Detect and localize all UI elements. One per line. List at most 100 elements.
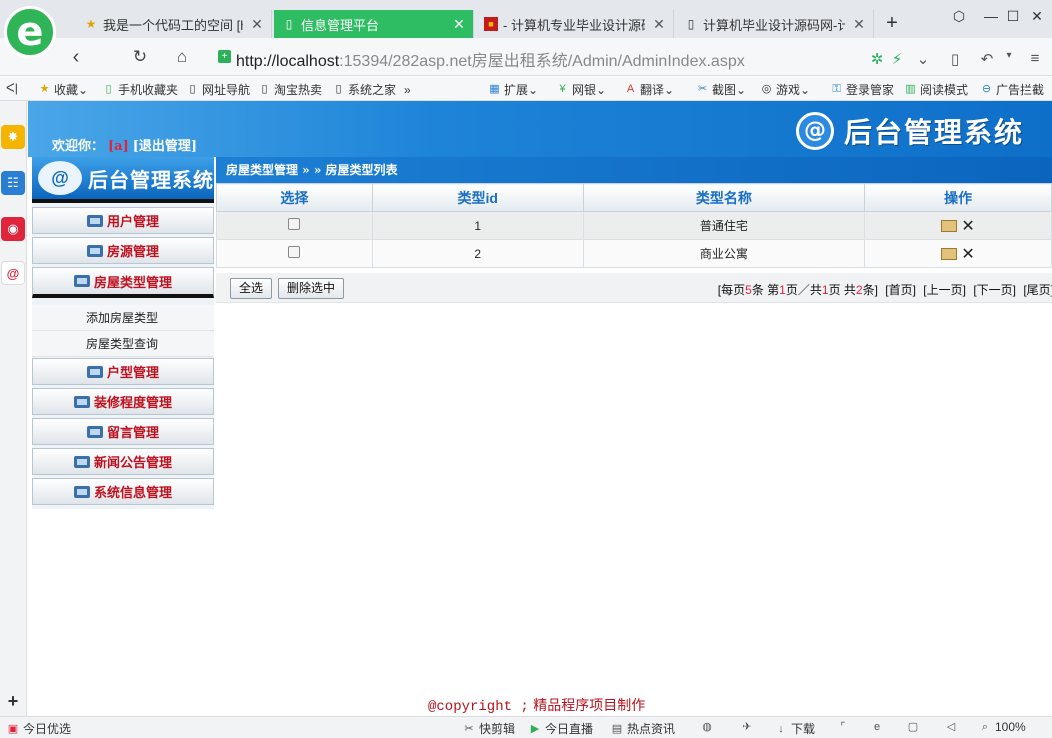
- zoom-icon: ⌕: [981, 721, 989, 733]
- star-badge-icon[interactable]: ✸: [1, 125, 25, 149]
- close-icon[interactable]: ✕: [651, 16, 667, 33]
- menu-news[interactable]: 新闻公告管理: [32, 448, 214, 475]
- status-news[interactable]: ▤ 热点资讯: [610, 720, 675, 737]
- browser-logo[interactable]: e: [4, 6, 56, 58]
- chevron-down-icon[interactable]: ⌄: [912, 50, 934, 68]
- bookmark-favorites[interactable]: ★ 收藏 ⌄: [38, 81, 89, 98]
- table-row: 2 商业公寓 ✕: [216, 239, 1052, 268]
- menu-label: 用户管理: [106, 215, 159, 230]
- add-icon[interactable]: +: [1, 689, 25, 713]
- status-download[interactable]: ↓ 下载: [774, 720, 815, 737]
- row-checkbox[interactable]: [288, 246, 301, 258]
- bookmark-adblock[interactable]: ⊖ 广告拦截: [980, 81, 1044, 98]
- status-browser-icon[interactable]: ◍: [700, 720, 717, 734]
- tab-2[interactable]: ▯ 信息管理平台 ✕: [274, 10, 474, 38]
- new-tab-button[interactable]: +: [880, 12, 904, 35]
- undo-icon[interactable]: ↶: [976, 50, 998, 68]
- reload-icon[interactable]: ↻: [128, 46, 152, 68]
- status-live[interactable]: ▶ 今日直播: [528, 720, 593, 737]
- house-type-table: 选择 类型id 类型名称 操作 1 普通住宅 ✕ 2 商业公寓 ✕: [216, 183, 1052, 268]
- bookmark-bank[interactable]: ¥ 网银 ⌄: [556, 81, 606, 98]
- close-icon[interactable]: ✕: [851, 16, 867, 33]
- edit-icon[interactable]: [941, 247, 958, 260]
- phone-icon[interactable]: ▯: [944, 50, 966, 68]
- row-checkbox[interactable]: [288, 218, 301, 230]
- back-icon[interactable]: ‹: [64, 46, 88, 68]
- delete-selected-button[interactable]: 删除选中: [278, 278, 345, 299]
- weibo-icon[interactable]: ◉: [1, 217, 25, 241]
- list-icon[interactable]: ☷: [1, 171, 25, 195]
- menu-decoration[interactable]: 装修程度管理: [32, 388, 214, 415]
- bookmark-reader[interactable]: ▥ 阅读模式: [904, 81, 968, 98]
- play-icon: ▶: [530, 722, 540, 735]
- menu-label: 装修程度管理: [93, 396, 172, 411]
- menu-house-type[interactable]: 房屋类型管理: [32, 267, 214, 298]
- close-icon[interactable]: ✕: [451, 16, 467, 33]
- delete-icon[interactable]: ✕: [961, 216, 974, 236]
- pager-prev[interactable]: [上一页]: [923, 283, 966, 297]
- menu-house[interactable]: 房源管理: [32, 237, 214, 264]
- submenu-query-house-type[interactable]: 房屋类型查询: [32, 331, 214, 357]
- bookmark-mobile[interactable]: ▯ 手机收藏夹: [102, 81, 178, 98]
- bookmark-extensions[interactable]: ▦ 扩展 ⌄: [488, 81, 538, 98]
- tab-title: 我是一个代码工的空间 [ht: [103, 17, 243, 33]
- home-icon[interactable]: ⌂: [170, 46, 194, 68]
- status-pin-icon[interactable]: ✈: [740, 720, 757, 734]
- bookmark-nav[interactable]: ▯ 网址导航: [186, 81, 250, 98]
- edit-icon[interactable]: [941, 219, 958, 232]
- menu-messages[interactable]: 留言管理: [32, 418, 214, 445]
- pager-total-pages: 1: [821, 283, 829, 297]
- bookmark-taobao[interactable]: ▯ 淘宝热卖: [258, 81, 322, 98]
- grid-icon: ▦: [489, 83, 500, 95]
- menu-user[interactable]: 用户管理: [32, 207, 214, 234]
- url-text: http://localhost:15394/282asp.net房屋出租系统/…: [236, 53, 745, 70]
- status-today-picks[interactable]: ▣ 今日优选: [6, 720, 71, 737]
- bookmark-games[interactable]: ◎ 游戏 ⌄: [760, 81, 810, 98]
- menu-system-info[interactable]: 系统信息管理: [32, 478, 214, 505]
- ie-icon: e: [873, 721, 881, 733]
- close-icon[interactable]: ✕: [249, 16, 265, 33]
- tab-1[interactable]: ★ 我是一个代码工的空间 [ht ✕: [76, 10, 272, 38]
- tab-4[interactable]: ▯ 计算机毕业设计源码网-计 ✕: [676, 10, 874, 38]
- logout-link[interactable]: [退出管理]: [133, 139, 197, 154]
- submenu-add-house-type[interactable]: 添加房屋类型: [32, 305, 214, 331]
- tab-3[interactable]: ■ - 计算机专业毕业设计源码 ✕: [476, 10, 674, 38]
- cell-type-name: 普通住宅: [582, 211, 866, 240]
- news-icon: ▤: [611, 722, 623, 735]
- skin-icon[interactable]: ⬡: [948, 8, 970, 25]
- select-all-button[interactable]: 全选: [230, 278, 273, 299]
- status-zoom[interactable]: ⌕ 100%: [978, 720, 1026, 734]
- bookmark-translate[interactable]: A 翻译 ⌄: [624, 81, 674, 98]
- menu-layout[interactable]: 户型管理: [32, 358, 214, 385]
- bookmark-login[interactable]: ⚿ 登录管家: [830, 81, 894, 98]
- admin-header: 欢迎你： [a] [退出管理] @ 后台管理系统: [28, 101, 1052, 157]
- bookmark-xitong[interactable]: ▯ 系统之家»: [332, 81, 410, 98]
- mail-icon[interactable]: @: [1, 261, 25, 285]
- status-quick-clip[interactable]: ✂ 快剪辑: [462, 720, 515, 737]
- lightning-icon[interactable]: ⚡: [886, 50, 908, 68]
- delete-icon[interactable]: ✕: [961, 244, 974, 264]
- pager-next[interactable]: [下一页]: [973, 283, 1016, 297]
- table-header-row: 选择 类型id 类型名称 操作: [216, 183, 1052, 212]
- menu-icon[interactable]: ≡: [1024, 50, 1046, 67]
- status-ie-icon[interactable]: e: [870, 720, 887, 734]
- maximize-icon[interactable]: ☐: [1002, 8, 1024, 25]
- status-window-icon[interactable]: ▢: [906, 720, 923, 734]
- pager-text: 页 共: [828, 283, 856, 297]
- status-crop-icon[interactable]: ⌜: [836, 720, 853, 734]
- security-icon[interactable]: ✲: [866, 50, 888, 68]
- undo-dropdown-icon[interactable]: ▾: [998, 50, 1020, 61]
- page-icon: ▯: [687, 17, 695, 31]
- browser-status-bar: ▣ 今日优选 ✂ 快剪辑 ▶ 今日直播 ▤ 热点资讯 ◍ ✈ ↓ 下载 ⌜ e ▢ ◁ ⌕…: [0, 716, 1052, 738]
- pager-text: 条 第: [751, 283, 780, 297]
- pager-last[interactable]: [尾页]: [1023, 283, 1052, 297]
- pager-first[interactable]: [首页]: [885, 283, 916, 297]
- tab-title: 信息管理平台: [301, 17, 380, 33]
- url-input[interactable]: + http://localhost:15394/282asp.net房屋出租系…: [210, 44, 940, 70]
- bookmark-screenshot[interactable]: ✂ 截图 ⌄: [696, 81, 746, 98]
- minimize-icon[interactable]: —: [980, 8, 1002, 24]
- menu-label: 房源管理: [106, 245, 159, 260]
- window-close-icon[interactable]: ✕: [1026, 8, 1048, 25]
- status-sound-icon[interactable]: ◁: [944, 720, 961, 734]
- sidebar-toggle-icon[interactable]: ᐸ|: [6, 81, 18, 95]
